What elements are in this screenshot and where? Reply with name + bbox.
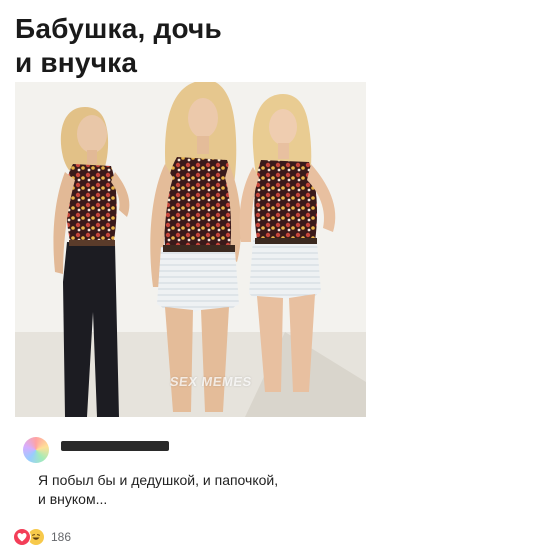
meme-title-line1: Бабушка, дочь (15, 13, 222, 44)
comment-text: Я побыл бы и дедушкой, и папочкой, и вну… (38, 471, 358, 509)
username-redacted (61, 441, 169, 451)
meme-title-line2: и внучка (15, 47, 138, 78)
photo-illustration (15, 82, 366, 417)
reactions-bar[interactable]: 186 (13, 528, 71, 546)
meme-title: Бабушка, дочь и внучка (15, 12, 255, 80)
avatar[interactable] (23, 437, 49, 463)
watermark: SEX MEMES (168, 374, 253, 389)
comment-section: Я побыл бы и дедушкой, и папочкой, и вну… (15, 417, 366, 518)
meme-photo[interactable]: SEX MEMES (15, 82, 366, 417)
reaction-count: 186 (51, 530, 72, 544)
comment-line1: Я побыл бы и дедушкой, и папочкой, (38, 472, 279, 488)
heart-icon (13, 528, 31, 546)
comment-line2: и внуком... (38, 491, 108, 507)
